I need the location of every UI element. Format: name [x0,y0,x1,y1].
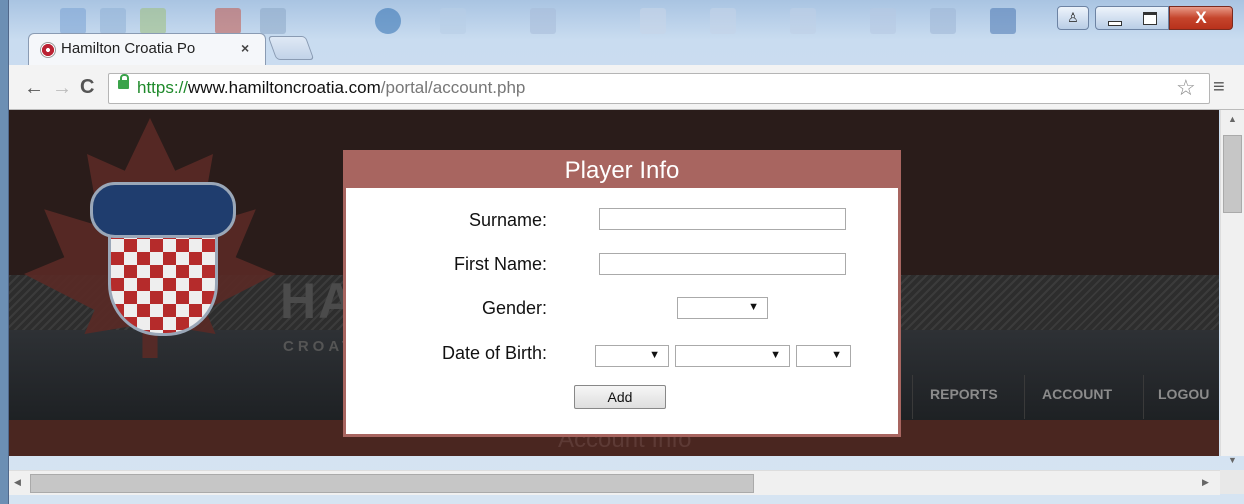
maximize-button[interactable] [1132,6,1169,30]
desktop-icon [440,8,466,34]
scrollbar-corner [1220,470,1244,494]
desktop-icon [140,8,166,34]
dob-year-select[interactable]: ▼ [796,345,851,367]
scroll-down-icon[interactable]: ▼ [1228,455,1237,465]
desktop-icon [640,8,666,34]
desktop-icon [710,8,736,34]
first-name-input[interactable] [599,253,846,275]
chevron-down-icon: ▼ [831,349,842,361]
desktop-icon [260,8,286,34]
scroll-right-icon[interactable]: ▶ [1202,477,1209,488]
nav-link-logout[interactable]: LOGOU [1158,386,1218,402]
nav-divider [912,375,913,419]
desktop-icon [60,8,86,34]
bookmark-star-icon[interactable]: ☆ [1176,75,1196,101]
menu-icon[interactable]: ≡ [1213,76,1225,99]
desktop-icon [100,8,126,34]
nav-divider [1143,375,1144,419]
profile-button[interactable]: ♙ [1057,6,1089,30]
dob-day-select[interactable]: ▼ [595,345,669,367]
desktop-icon [215,8,241,34]
chevron-down-icon: ▼ [649,349,660,361]
reload-icon[interactable]: C [80,76,94,99]
tab-close-icon[interactable]: × [241,40,249,56]
desktop-icon [375,8,401,34]
nav-link-account[interactable]: ACCOUNT [1042,386,1112,402]
minimize-button[interactable] [1095,6,1133,30]
gender-select[interactable]: ▼ [677,297,768,319]
desktop-icon [990,8,1016,34]
url-domain: www.hamiltoncroatia.com [188,78,381,97]
add-button[interactable]: Add [574,385,666,409]
first-name-label: First Name: [453,254,547,274]
desktop-icon [870,8,896,34]
dob-month-select[interactable]: ▼ [675,345,790,367]
dialog-title: Player Info [346,153,898,188]
url-path: /portal/account.php [380,78,526,97]
close-window-button[interactable]: X [1169,6,1233,30]
nav-link-reports[interactable]: REPORTS [930,386,998,402]
url-text[interactable]: https://www.hamiltoncroatia.com/portal/a… [137,78,525,98]
back-arrow-icon[interactable]: ← [24,77,44,100]
desktop-icon [790,8,816,34]
nav-divider [1024,375,1025,419]
gender-label: Gender: [481,298,547,318]
vertical-scroll-thumb[interactable] [1223,135,1242,213]
url-scheme: https:// [137,78,189,97]
chevron-down-icon: ▼ [748,301,759,313]
tab-title: Hamilton Croatia Po [61,40,196,57]
scroll-up-icon[interactable]: ▲ [1228,114,1237,124]
horizontal-scroll-thumb[interactable] [30,474,754,493]
surname-input[interactable] [599,208,846,230]
scroll-left-icon[interactable]: ◀ [14,477,21,488]
chevron-down-icon: ▼ [770,349,781,361]
crest-ring-icon [90,182,236,238]
desktop-icon [530,8,556,34]
dob-label: Date of Birth: [441,343,547,363]
lock-icon [118,74,129,89]
forward-arrow-icon[interactable]: → [52,77,72,100]
surname-label: Surname: [468,210,547,230]
favicon-icon [40,42,56,58]
desktop-icon [930,8,956,34]
